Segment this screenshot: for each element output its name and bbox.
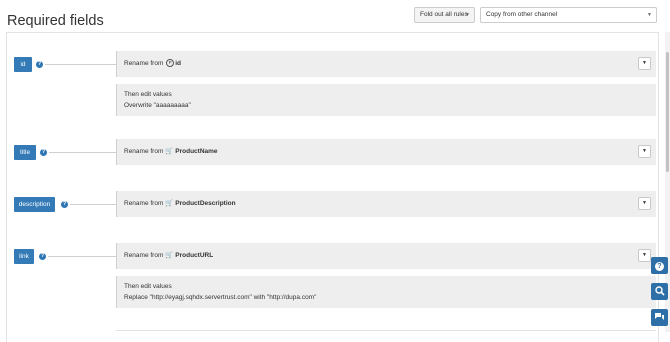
source-field: ProductDescription bbox=[175, 200, 236, 207]
edit-title: Then edit values bbox=[124, 91, 172, 98]
source-field: ProductName bbox=[175, 148, 218, 155]
chat-float-button[interactable] bbox=[651, 309, 668, 326]
help-float-button[interactable]: ? bbox=[651, 257, 668, 274]
divider bbox=[116, 330, 656, 331]
rename-prefix: Rename from bbox=[124, 60, 164, 67]
cart-icon: 🛒 bbox=[165, 252, 174, 259]
rule-text: Rename from 🛒 ProductDescription bbox=[124, 191, 236, 217]
source-field: id bbox=[175, 60, 181, 67]
question-icon: ? bbox=[655, 262, 664, 271]
connector-line bbox=[49, 152, 116, 153]
edit-values-box-link[interactable]: Then edit values Replace "http://eyagj.s… bbox=[116, 276, 656, 308]
field-badge-title[interactable]: title bbox=[14, 145, 36, 160]
fold-out-all-rules-button[interactable]: Fold out all rules ▼ bbox=[414, 7, 475, 23]
caret-down-icon: ▼ bbox=[642, 252, 647, 258]
connector-line bbox=[48, 256, 116, 257]
rename-prefix: Rename from bbox=[124, 200, 164, 207]
rule-box-id[interactable]: Rename from Pid ▼ bbox=[116, 51, 656, 77]
rule-text: Rename from 🛒 ProductName bbox=[124, 139, 218, 165]
source-field: ProductURL bbox=[175, 252, 214, 259]
rule-dropdown-button[interactable]: ▼ bbox=[638, 249, 651, 262]
rule-box-link[interactable]: Rename from 🛒 ProductURL ▼ bbox=[116, 243, 656, 269]
rename-prefix: Rename from bbox=[124, 148, 164, 155]
edit-text: Overwrite "aaaaaaaaa" bbox=[124, 102, 191, 109]
help-icon[interactable]: ? bbox=[39, 253, 46, 260]
rule-box-title[interactable]: Rename from 🛒 ProductName ▼ bbox=[116, 139, 656, 165]
rule-text: Rename from Pid bbox=[124, 51, 181, 77]
help-icon[interactable]: ? bbox=[61, 201, 68, 208]
rule-dropdown-button[interactable]: ▼ bbox=[638, 197, 651, 210]
search-icon bbox=[654, 286, 665, 296]
search-float-button[interactable] bbox=[651, 283, 668, 300]
edit-text: Replace "http://eyagj.sqhdx.servertrust.… bbox=[124, 294, 317, 301]
cart-icon: 🛒 bbox=[165, 148, 174, 155]
field-badge-id[interactable]: id bbox=[14, 57, 32, 72]
caret-down-icon: ▼ bbox=[642, 148, 647, 154]
field-badge-link[interactable]: link bbox=[14, 249, 34, 264]
fold-out-label: Fold out all rules bbox=[420, 11, 468, 18]
rule-box-description[interactable]: Rename from 🛒 ProductDescription ▼ bbox=[116, 191, 656, 217]
connector-line bbox=[70, 204, 116, 205]
rule-dropdown-button[interactable]: ▼ bbox=[638, 145, 651, 158]
rules-panel: id ? Rename from Pid ▼ Then edit values … bbox=[6, 32, 659, 342]
chevron-down-icon: ▼ bbox=[647, 12, 652, 18]
chevron-down-icon: ▼ bbox=[465, 12, 470, 18]
rule-dropdown-button[interactable]: ▼ bbox=[638, 57, 651, 70]
rule-text: Rename from 🛒 ProductURL bbox=[124, 243, 213, 269]
caret-down-icon: ▼ bbox=[642, 200, 647, 206]
cart-icon: 🛒 bbox=[165, 200, 174, 207]
field-badge-description[interactable]: description bbox=[14, 197, 55, 212]
caret-down-icon: ▼ bbox=[642, 60, 647, 66]
scrollbar-thumb[interactable] bbox=[666, 52, 669, 172]
help-icon[interactable]: ? bbox=[36, 61, 43, 68]
page-title: Required fields bbox=[7, 13, 104, 29]
pin-icon: P bbox=[166, 59, 175, 68]
edit-values-box-id[interactable]: Then edit values Overwrite "aaaaaaaaa" bbox=[116, 84, 656, 116]
connector-line bbox=[45, 64, 116, 65]
copy-select-value: Copy from other channel bbox=[486, 11, 558, 18]
help-icon[interactable]: ? bbox=[40, 149, 47, 156]
copy-from-channel-select[interactable]: Copy from other channel ▼ bbox=[480, 7, 657, 23]
chat-icon bbox=[655, 313, 664, 320]
rename-prefix: Rename from bbox=[124, 252, 164, 259]
edit-title: Then edit values bbox=[124, 283, 172, 290]
